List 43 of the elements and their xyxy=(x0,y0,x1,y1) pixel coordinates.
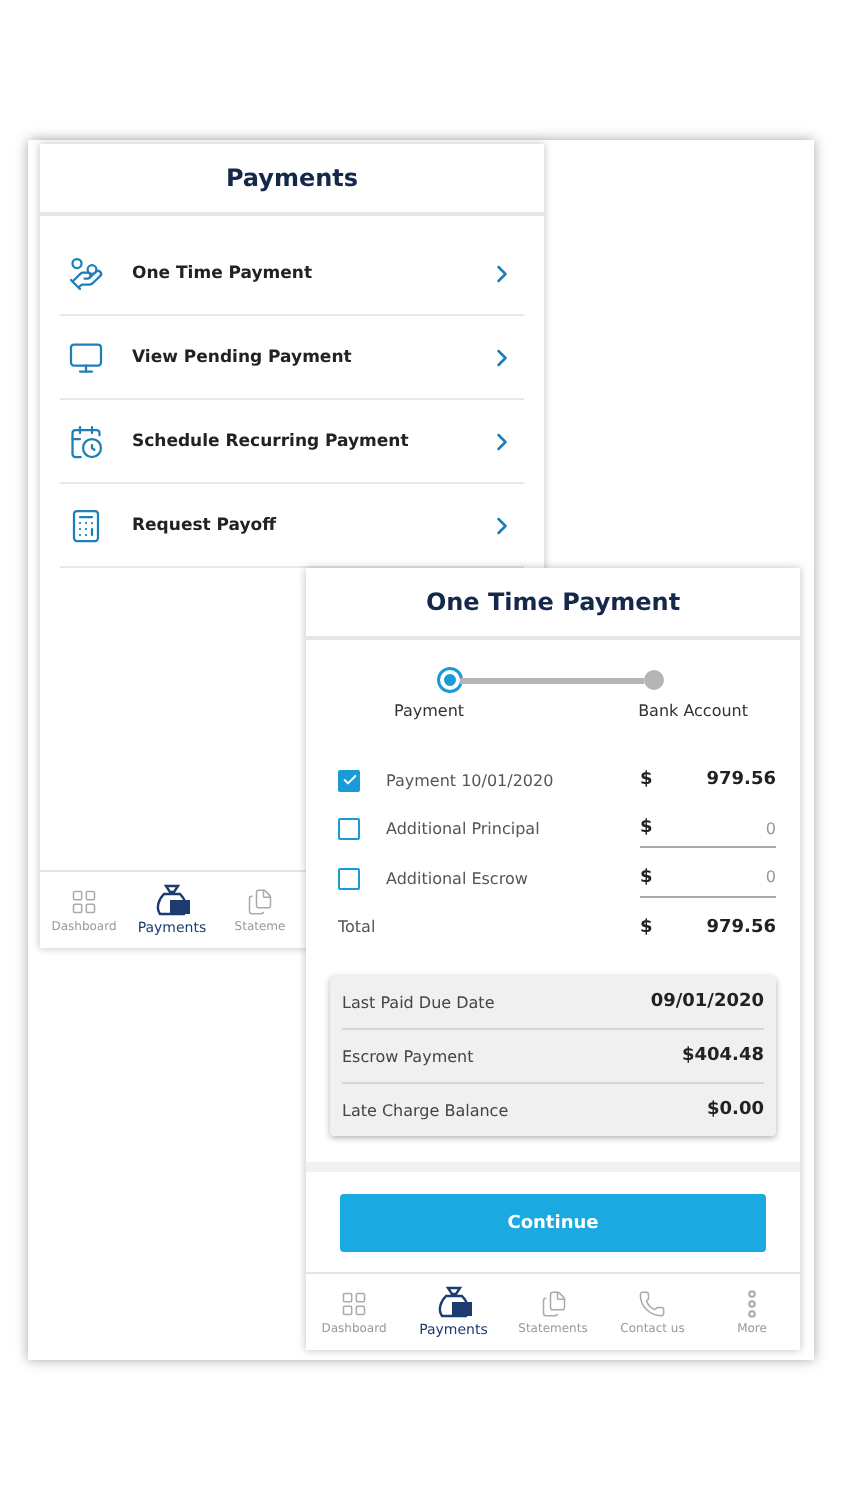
currency-sign: $ xyxy=(640,818,653,839)
summary-value: $0.00 xyxy=(707,1100,764,1120)
screen-title: Payments xyxy=(225,164,359,192)
calendar-clock-icon xyxy=(68,423,104,459)
currency-sign: $ xyxy=(640,867,653,888)
documents-icon xyxy=(246,887,274,915)
currency-sign: $ xyxy=(640,917,653,938)
monitor-icon xyxy=(68,339,104,375)
summary-value: 09/01/2020 xyxy=(650,992,764,1012)
menu-item[interactable]: One Time Payment xyxy=(60,232,524,316)
line-label: Additional Principal xyxy=(386,820,542,839)
line-label: Additional Escrow xyxy=(386,869,530,888)
phone-icon xyxy=(638,1289,667,1317)
currency-sign: $ xyxy=(640,770,653,791)
step-label: Payment xyxy=(394,702,465,720)
line-label: Payment 10/01/2020 xyxy=(386,771,556,790)
calculator-icon xyxy=(68,507,104,543)
menu-item[interactable]: Schedule Recurring Payment xyxy=(60,400,524,484)
screen-title: One Time Payment xyxy=(425,588,681,616)
documents-icon xyxy=(539,1289,567,1317)
summary-label: Late Charge Balance xyxy=(342,1101,509,1119)
amount-field[interactable]: 0 xyxy=(688,819,776,838)
amount-value: 979.56 xyxy=(706,770,776,791)
grid-icon xyxy=(340,1289,368,1317)
menu-item[interactable]: View Pending Payment xyxy=(60,316,524,400)
summary-label: Last Paid Due Date xyxy=(342,993,495,1011)
line-label: Total xyxy=(338,918,378,937)
checkbox[interactable] xyxy=(338,867,360,890)
checkbox[interactable] xyxy=(338,769,360,792)
amount-field[interactable]: 0 xyxy=(688,868,776,887)
money-bag-icon xyxy=(435,1286,472,1318)
money-bag-icon xyxy=(154,884,190,916)
continue-button[interactable]: Continue xyxy=(340,1194,766,1252)
summary-value: $404.48 xyxy=(682,1046,764,1066)
amount-value: 979.56 xyxy=(706,917,776,938)
step-label: Bank Account xyxy=(638,702,748,720)
step-dot[interactable] xyxy=(440,670,460,690)
checkbox[interactable] xyxy=(338,818,360,841)
step-dot[interactable] xyxy=(644,670,664,690)
hand-coins-icon xyxy=(68,255,104,291)
grid-icon xyxy=(70,887,98,915)
more-icon xyxy=(748,1289,756,1317)
summary-label: Escrow Payment xyxy=(342,1047,474,1065)
